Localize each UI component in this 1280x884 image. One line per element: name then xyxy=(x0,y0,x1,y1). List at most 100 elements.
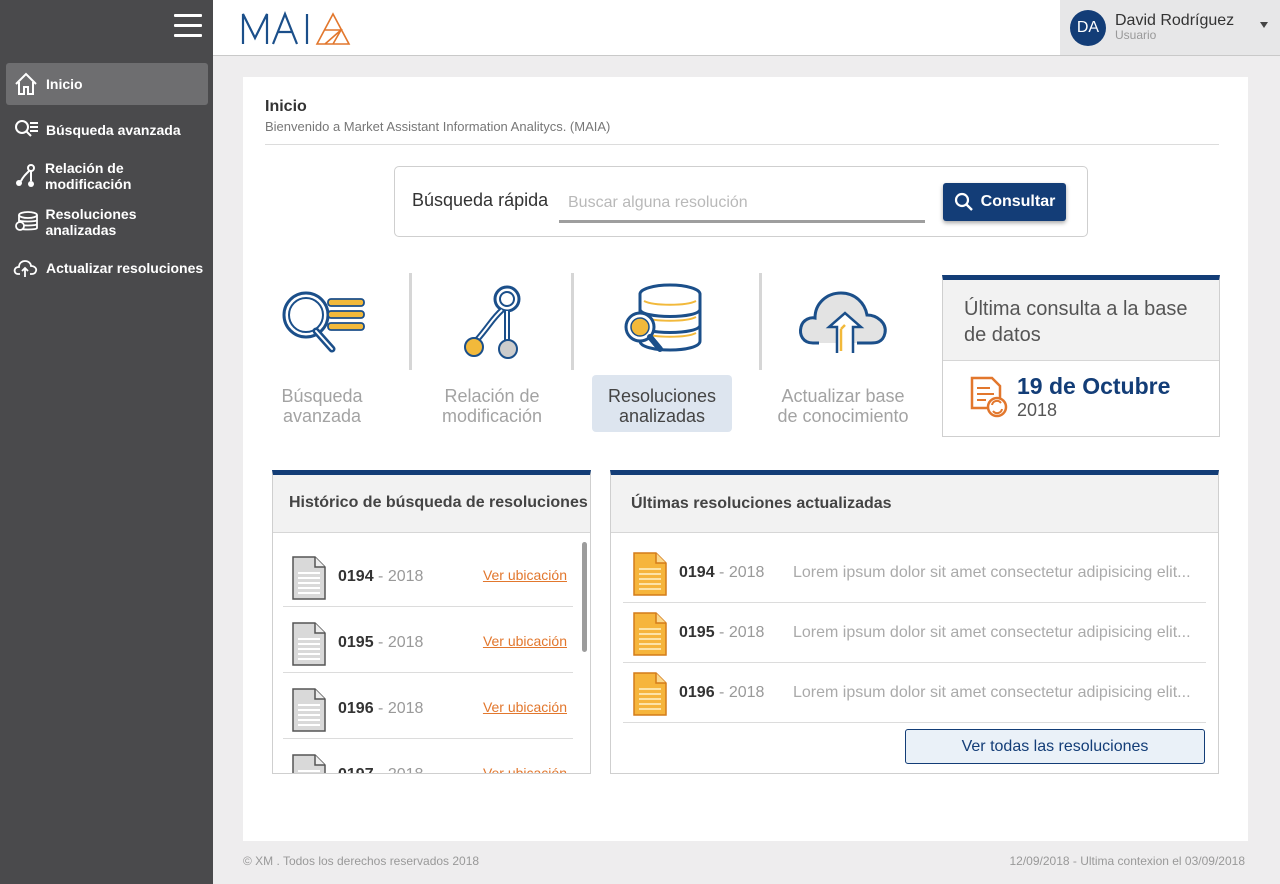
search-label: Búsqueda rápida xyxy=(412,190,549,210)
document-icon xyxy=(292,754,326,773)
last-query-body: 19 de Octubre 2018 xyxy=(943,361,1219,436)
document-icon xyxy=(633,552,667,596)
avatar: DA xyxy=(1070,9,1106,46)
sidebar: Inicio Búsqueda avanzada Relación de mod… xyxy=(0,0,213,884)
tile-actualizar-base[interactable]: Actualizar base de conocimiento xyxy=(773,273,913,433)
tile-label-line: avanzada xyxy=(282,406,362,426)
sidebar-item-label: Resoluciones analizadas xyxy=(45,206,137,238)
ver-ubicacion-link[interactable]: Ver ubicación xyxy=(483,765,567,773)
page-subtitle: Bienvenido a Market Assistant Informatio… xyxy=(265,119,611,134)
document-icon xyxy=(633,612,667,656)
document-icon xyxy=(292,556,326,600)
last-query-year: 2018 xyxy=(1017,400,1058,420)
tile-label-line: Búsqueda xyxy=(281,386,363,406)
sidebar-item-busqueda-avanzada[interactable]: Búsqueda avanzada xyxy=(6,109,208,151)
tile-relacion-modificacion[interactable]: Relación de modificación xyxy=(429,273,555,433)
tile-label-line: de conocimiento xyxy=(777,406,909,426)
resolution-year: - 2018 xyxy=(714,684,765,701)
list-item[interactable]: 0194 - 2018 Lorem ipsum dolor sit amet c… xyxy=(623,543,1206,603)
document-icon xyxy=(292,688,326,732)
tile-label-line: Relación de xyxy=(444,386,540,406)
resolution-year: - 2018 xyxy=(374,766,423,773)
maia-logo-graphic xyxy=(241,11,351,45)
relation-icon xyxy=(464,285,521,359)
tile-resoluciones-analizadas[interactable]: Resoluciones analizadas xyxy=(592,273,732,433)
tile-separator xyxy=(759,273,762,370)
sidebar-item-label: Inicio xyxy=(46,76,83,92)
relation-icon xyxy=(12,162,39,190)
document-icon xyxy=(292,622,326,666)
footer-copyright: © XM . Todos los derechos reservados 201… xyxy=(243,854,480,868)
resolution-description: Lorem ipsum dolor sit amet consectetur a… xyxy=(793,684,1191,701)
database-search-icon xyxy=(12,208,39,236)
latest-panel: Últimas resoluciones actualizadas 0194 -… xyxy=(610,470,1219,774)
last-query-title-line: de datos xyxy=(964,324,1041,346)
maia-logo[interactable] xyxy=(241,8,353,48)
main-card: Inicio Bienvenido a Market Assistant Inf… xyxy=(243,77,1248,841)
sidebar-item-resoluciones-analizadas[interactable]: Resoluciones analizadas xyxy=(6,201,208,243)
resolution-description: Lorem ipsum dolor sit amet consectetur a… xyxy=(793,564,1191,581)
tile-separator xyxy=(409,273,412,370)
resolution-year: - 2018 xyxy=(714,624,765,641)
history-title: Histórico de búsqueda de resoluciones xyxy=(273,475,590,533)
resolution-number: 0194 xyxy=(679,564,715,581)
document-refresh-icon xyxy=(970,376,1008,418)
sidebar-item-actualizar-resoluciones[interactable]: Actualizar resoluciones xyxy=(6,247,208,289)
ver-ubicacion-link[interactable]: Ver ubicación xyxy=(483,633,567,649)
cloud-upload-icon xyxy=(799,291,887,353)
last-query-date: 19 de Octubre xyxy=(1017,373,1171,399)
resolution-number: 0196 xyxy=(679,684,715,701)
list-item[interactable]: 0195 - 2018 Lorem ipsum dolor sit amet c… xyxy=(623,603,1206,663)
divider xyxy=(265,144,1219,145)
sidebar-nav: Inicio Búsqueda avanzada Relación de mod… xyxy=(0,63,213,293)
chevron-down-icon xyxy=(1260,22,1268,28)
quick-search: Búsqueda rápida Consultar xyxy=(394,166,1088,237)
sidebar-item-label: Actualizar resoluciones xyxy=(46,260,204,276)
resolution-number: 0197 xyxy=(338,766,374,773)
last-query-card: Última consulta a la base de datos 19 de… xyxy=(942,275,1220,437)
advanced-search-icon xyxy=(12,116,40,144)
user-menu[interactable]: DA David Rodríguez Usuario xyxy=(1060,0,1280,55)
sidebar-item-label: Relación de modificación xyxy=(45,160,132,192)
search-icon xyxy=(954,192,973,211)
ver-ubicacion-link[interactable]: Ver ubicación xyxy=(483,567,567,583)
last-query-title-line: Última consulta a la base xyxy=(964,298,1188,320)
history-panel: Histórico de búsqueda de resoluciones 01… xyxy=(272,470,591,774)
list-item: 0195 - 2018 Ver ubicación xyxy=(283,607,573,673)
resolution-number: 0195 xyxy=(338,634,374,651)
tile-separator xyxy=(571,273,574,370)
page-title: Inicio xyxy=(265,98,307,115)
resolution-description: Lorem ipsum dolor sit amet consectetur a… xyxy=(793,624,1191,641)
footer-last-connection: 12/09/2018 - Ultima contexion el 03/09/2… xyxy=(1009,854,1246,868)
list-item: 0196 - 2018 Ver ubicación xyxy=(283,673,573,739)
sidebar-item-label: Búsqueda avanzada xyxy=(46,122,181,138)
scrollbar[interactable] xyxy=(582,542,587,652)
resolution-year: - 2018 xyxy=(714,564,765,581)
sidebar-item-relacion-modificacion[interactable]: Relación de modificación xyxy=(6,155,208,197)
resolution-year: - 2018 xyxy=(373,700,424,717)
ver-todas-button[interactable]: Ver todas las resoluciones xyxy=(905,729,1205,764)
user-name: David Rodríguez xyxy=(1115,12,1235,29)
tile-busqueda-avanzada[interactable]: Búsqueda avanzada xyxy=(272,273,372,433)
cloud-upload-icon xyxy=(12,254,40,282)
last-query-title: Última consulta a la base de datos xyxy=(943,280,1219,361)
home-icon xyxy=(12,70,40,98)
menu-icon[interactable] xyxy=(174,14,202,40)
tile-label-line: modificación xyxy=(441,406,543,426)
resolution-number: 0195 xyxy=(679,624,715,641)
resolution-year: - 2018 xyxy=(373,568,424,585)
list-item[interactable]: 0196 - 2018 Lorem ipsum dolor sit amet c… xyxy=(623,663,1206,723)
user-role: Usuario xyxy=(1115,28,1157,42)
advanced-search-icon xyxy=(282,291,365,353)
latest-title: Últimas resoluciones actualizadas xyxy=(611,475,1218,533)
tile-label-line: Actualizar base xyxy=(781,386,905,406)
sidebar-item-inicio[interactable]: Inicio xyxy=(6,63,208,105)
tile-label-line: Resoluciones xyxy=(607,386,717,406)
resolution-year: - 2018 xyxy=(373,634,424,651)
ver-ubicacion-link[interactable]: Ver ubicación xyxy=(483,699,567,715)
consultar-button[interactable]: Consultar xyxy=(943,183,1066,221)
top-header: DA David Rodríguez Usuario xyxy=(213,0,1280,56)
resolution-number: 0194 xyxy=(338,568,374,585)
list-item: 0194 - 2018 Ver ubicación xyxy=(283,541,573,607)
search-input[interactable] xyxy=(559,185,925,223)
